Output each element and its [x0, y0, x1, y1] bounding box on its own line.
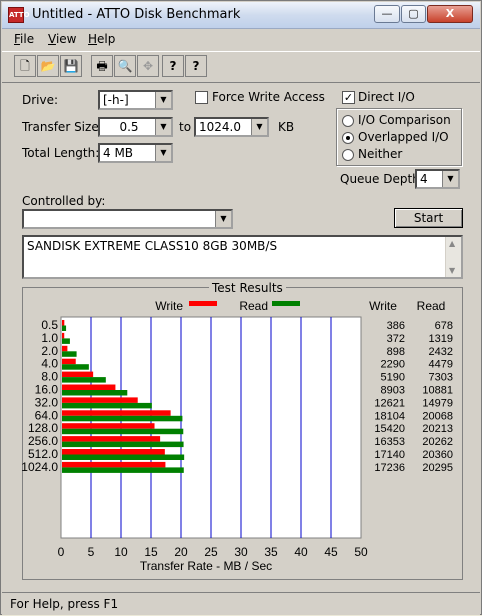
toolbar: 🗋 📂 💾 🖶 🔍 ✥ ? ? — [2, 51, 480, 83]
description-textarea[interactable]: SANDISK EXTREME CLASS10 8GB 30MB/S ▲ ▼ — [22, 235, 463, 279]
window-title: Untitled - ATTO Disk Benchmark — [32, 7, 241, 22]
overlapped-io-radio[interactable] — [342, 132, 354, 144]
scroll-up-icon[interactable]: ▲ — [449, 239, 455, 248]
test-results-title: Test Results — [209, 281, 286, 295]
drive-label: Drive: — [22, 93, 59, 107]
help-icon[interactable]: ? — [162, 55, 184, 77]
queue-depth-label: Queue Depth: — [340, 172, 424, 186]
open-folder-icon[interactable]: 📂 — [37, 55, 59, 77]
new-file-icon[interactable]: 🗋 — [14, 55, 36, 77]
print-icon[interactable]: 🖶 — [91, 55, 113, 77]
queue-depth-select[interactable]: 4 ▼ — [415, 169, 460, 189]
description-scrollbar[interactable]: ▲ ▼ — [445, 237, 461, 277]
title-bar[interactable]: ATTO Untitled - ATTO Disk Benchmark — ▢ … — [2, 2, 480, 29]
menu-bar: File View Help — [2, 29, 480, 49]
print-preview-icon[interactable]: 🔍 — [114, 55, 136, 77]
menu-view[interactable]: View — [48, 32, 76, 46]
neither-radio[interactable] — [342, 149, 354, 161]
controlled-by-dropdown-icon: ▼ — [215, 211, 231, 227]
move-icon[interactable]: ✥ — [137, 55, 159, 77]
direct-io-checkbox[interactable]: ✓ — [342, 91, 355, 104]
queue-depth-dropdown-icon: ▼ — [442, 171, 458, 187]
transfer-from-select[interactable]: 0.5 ▼ — [98, 117, 173, 137]
menu-file[interactable]: File — [14, 32, 34, 46]
force-write-checkbox[interactable] — [195, 91, 208, 104]
neither-label: Neither — [358, 147, 403, 161]
status-bar: For Help, press F1 — [2, 592, 480, 615]
force-write-label: Force Write Access — [212, 90, 325, 104]
controlled-by-select[interactable]: ▼ — [22, 209, 233, 229]
controlled-by-label: Controlled by: — [22, 194, 106, 208]
io-comparison-radio[interactable] — [342, 115, 354, 127]
context-help-icon[interactable]: ? — [185, 55, 207, 77]
menu-view-mnemonic: V — [48, 32, 56, 46]
total-length-select[interactable]: 4 MB ▼ — [98, 143, 173, 163]
start-button[interactable]: Start — [394, 208, 463, 228]
io-mode-group: I/O Comparison Overlapped I/O Neither — [336, 108, 462, 166]
transfer-from-value: 0.5 — [119, 120, 139, 134]
total-length-dropdown-icon: ▼ — [155, 145, 171, 161]
app-window: ATTO Untitled - ATTO Disk Benchmark — ▢ … — [0, 0, 482, 615]
transfer-to-value: 1024.0 — [199, 120, 241, 134]
transfer-to-select[interactable]: 1024.0 ▼ — [194, 117, 269, 137]
to-label: to — [179, 120, 192, 134]
menu-help[interactable]: Help — [88, 32, 115, 46]
description-text: SANDISK EXTREME CLASS10 8GB 30MB/S — [27, 239, 278, 253]
io-comparison-label: I/O Comparison — [358, 113, 451, 127]
drive-value: [-h-] — [103, 93, 129, 107]
maximize-button[interactable]: ▢ — [401, 5, 426, 23]
test-results-panel — [22, 287, 463, 580]
queue-depth-value: 4 — [420, 172, 428, 186]
kb-label: KB — [278, 120, 295, 134]
transfer-to-dropdown-icon: ▼ — [251, 119, 267, 135]
total-length-label: Total Length: — [22, 146, 100, 160]
save-icon[interactable]: 💾 — [60, 55, 82, 77]
overlapped-io-label: Overlapped I/O — [358, 130, 449, 144]
menu-help-label: elp — [97, 32, 116, 46]
drive-dropdown-icon: ▼ — [155, 92, 171, 108]
status-text: For Help, press F1 — [10, 597, 119, 611]
menu-help-mnemonic: H — [88, 32, 98, 46]
menu-file-label: ile — [20, 32, 35, 46]
transfer-size-label: Transfer Size: — [22, 120, 103, 134]
minimize-button[interactable]: — — [374, 5, 400, 23]
total-length-value: 4 MB — [103, 146, 134, 160]
direct-io-label: Direct I/O — [358, 90, 415, 104]
drive-select[interactable]: [-h-] ▼ — [98, 90, 173, 110]
transfer-from-dropdown-icon: ▼ — [155, 119, 171, 135]
scroll-down-icon[interactable]: ▼ — [449, 266, 455, 275]
menu-view-label: iew — [55, 32, 77, 46]
close-button[interactable]: X — [427, 5, 473, 23]
app-icon: ATTO — [8, 7, 30, 23]
